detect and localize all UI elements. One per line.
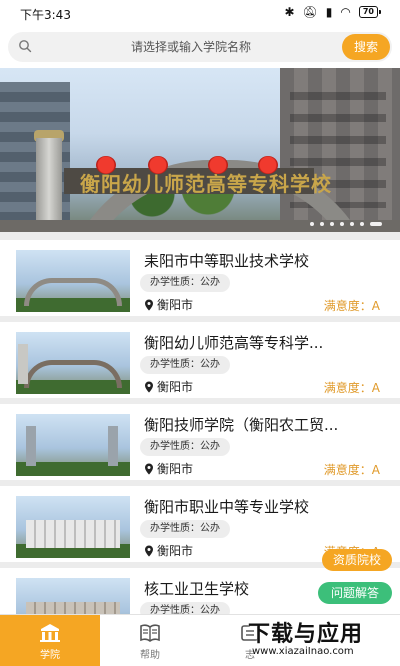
school-name: 衡阳技师学院（衡阳农工贸...	[144, 416, 339, 434]
school-thumbnail	[16, 332, 130, 394]
location-pin-icon	[145, 545, 153, 556]
school-card[interactable]: 耒阳市中等职业技术学校 办学性质：公办 衡阳市 满意度：A	[0, 240, 400, 316]
school-location: 衡阳市	[144, 296, 193, 313]
school-nature-tag: 办学性质：公办	[140, 602, 230, 614]
school-satisfaction: 满意度：A	[323, 381, 380, 395]
watermark: 下载与应用 www.xiazaiInao.com	[240, 616, 400, 666]
carousel-dot[interactable]	[330, 222, 334, 226]
school-city: 衡阳市	[157, 298, 194, 312]
carousel-dot[interactable]	[350, 222, 354, 226]
banner-carousel[interactable]: 衡阳幼儿师范高等专科学校	[0, 68, 400, 232]
school-name: 耒阳市中等职业技术学校	[144, 252, 310, 270]
school-satisfaction: 满意度：A	[323, 299, 380, 313]
carousel-dot[interactable]	[320, 222, 324, 226]
school-nature-tag: 办学性质：公办	[140, 274, 230, 292]
location-pin-icon	[145, 299, 153, 310]
search-input[interactable]	[46, 32, 336, 62]
school-location: 衡阳市	[144, 460, 193, 477]
lantern-icon	[258, 156, 278, 174]
school-name: 衡阳市职业中等专业学校	[144, 498, 310, 516]
watermark-logo: 下载与应用	[248, 622, 364, 647]
school-nature-tag: 办学性质：公办	[140, 520, 230, 538]
lantern-icon	[208, 156, 228, 174]
qa-button[interactable]: 问题解答	[318, 582, 392, 604]
nav-item-school[interactable]: 学院	[0, 615, 100, 666]
mute-icon: 🔕︎	[302, 5, 318, 19]
school-name: 衡阳幼儿师范高等专科学...	[144, 334, 324, 352]
school-nature-tag: 办学性质：公办	[140, 356, 230, 374]
book-icon	[140, 624, 160, 642]
school-card[interactable]: 衡阳技师学院（衡阳农工贸... 办学性质：公办 衡阳市 满意度：A	[0, 404, 400, 480]
school-thumbnail	[16, 414, 130, 476]
school-thumbnail	[16, 250, 130, 312]
status-bar: 下午3:43 ✱ 🔕︎ ▮ ◠ 70	[0, 0, 400, 26]
carousel-dots	[0, 222, 400, 226]
qualified-schools-button[interactable]: 资质院校	[322, 549, 392, 571]
nav-label-help: 帮助	[140, 650, 160, 661]
carousel-dot[interactable]	[310, 222, 314, 226]
school-city: 衡阳市	[157, 544, 194, 558]
signal-icon: ▮	[325, 5, 333, 19]
carousel-dot[interactable]	[340, 222, 344, 226]
school-nature-tag: 办学性质：公办	[140, 438, 230, 456]
wifi-icon: ◠	[340, 5, 351, 19]
banner-sign-text: 衡阳幼儿师范高等专科学校	[80, 172, 332, 196]
watermark-url: www.xiazaiInao.com	[252, 646, 354, 657]
bluetooth-icon: ✱	[284, 5, 295, 19]
school-icon	[40, 624, 60, 642]
battery-icon: 70	[358, 6, 382, 18]
search-box: 搜索	[8, 32, 392, 62]
banner-pillar	[36, 138, 62, 232]
nav-item-help[interactable]: 帮助	[100, 615, 200, 666]
carousel-dot-active[interactable]	[370, 222, 382, 226]
search-bar: 搜索	[0, 26, 400, 68]
school-city: 衡阳市	[157, 462, 194, 476]
search-button[interactable]: 搜索	[342, 34, 390, 60]
nav-label-school: 学院	[40, 650, 60, 661]
search-icon	[19, 40, 32, 53]
school-location: 衡阳市	[144, 542, 193, 559]
location-pin-icon	[145, 463, 153, 474]
school-thumbnail	[16, 496, 130, 558]
school-thumbnail	[16, 578, 130, 614]
school-city: 衡阳市	[157, 380, 194, 394]
school-card[interactable]: 衡阳幼儿师范高等专科学... 办学性质：公办 衡阳市 满意度：A	[0, 322, 400, 398]
status-icons: ✱ 🔕︎ ▮ ◠ 70	[284, 5, 382, 19]
school-satisfaction: 满意度：A	[323, 463, 380, 477]
lantern-icon	[148, 156, 168, 174]
school-location: 衡阳市	[144, 378, 193, 395]
location-pin-icon	[145, 381, 153, 392]
carousel-dot[interactable]	[360, 222, 364, 226]
status-time: 下午3:43	[20, 8, 71, 22]
lantern-icon	[96, 156, 116, 174]
